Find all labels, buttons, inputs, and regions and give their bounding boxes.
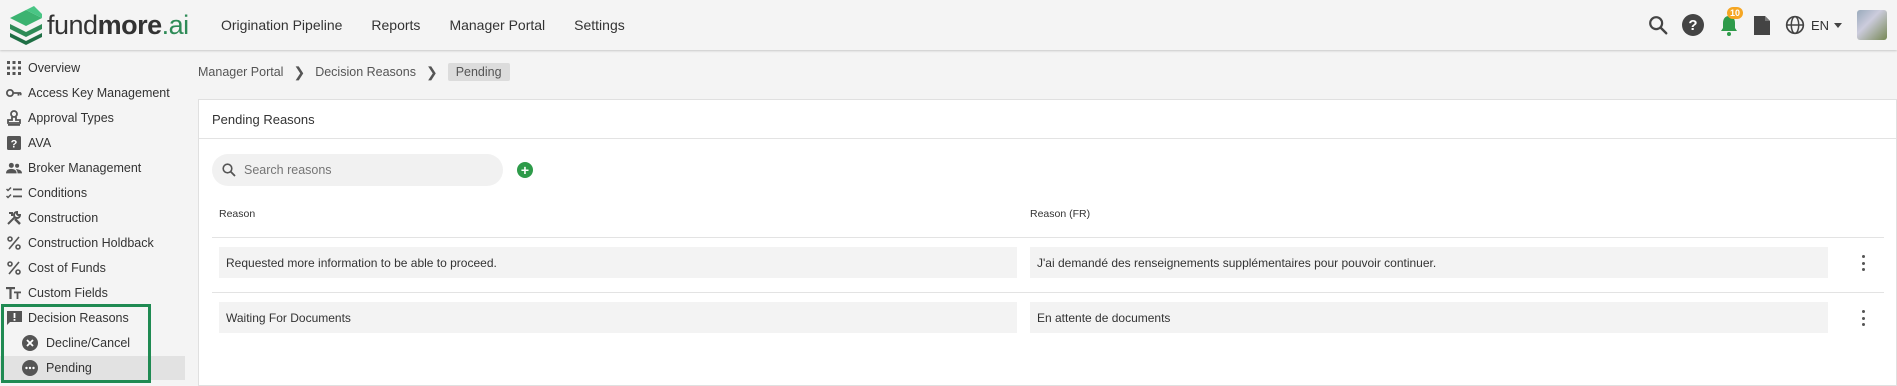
svg-text:?: ? — [11, 139, 18, 151]
sidebar-item-broker-management[interactable]: Broker Management — [0, 156, 185, 180]
sidebar-item-label: Conditions — [28, 186, 88, 200]
search-box — [212, 154, 503, 186]
chevron-right-icon: ❯ — [425, 63, 438, 80]
tools-icon — [6, 210, 22, 226]
notification-bell-icon[interactable]: 10 — [1717, 7, 1743, 37]
logo-icon — [10, 6, 42, 45]
nav-reports[interactable]: Reports — [371, 17, 420, 33]
notification-badge: 10 — [1726, 7, 1743, 19]
chevron-right-icon: ❯ — [293, 63, 306, 80]
divider — [212, 237, 1884, 238]
key-icon — [6, 85, 22, 101]
breadcrumb-item-pending: Pending — [447, 63, 510, 81]
card-title: Pending Reasons — [199, 100, 1896, 139]
sidebar-item-label: Approval Types — [28, 111, 114, 125]
highlight-box — [1, 304, 151, 383]
help-icon[interactable]: ? — [1681, 13, 1705, 37]
reason-cell[interactable]: Waiting For Documents — [219, 302, 1017, 333]
sidebar-item-label: Construction — [28, 211, 99, 225]
reason-cell[interactable]: Requested more information to be able to… — [219, 247, 1017, 278]
column-header-reason: Reason — [219, 208, 256, 220]
breadcrumb: Manager Portal ❯ Decision Reasons ❯ Pend… — [198, 63, 510, 81]
row-menu-icon[interactable] — [1858, 255, 1868, 271]
sidebar-item-label: Construction Holdback — [28, 236, 154, 250]
checklist-icon — [6, 185, 22, 201]
fundmore-logo[interactable]: fundmore.ai — [6, 4, 196, 46]
reason-fr-cell[interactable]: En attente de documents — [1030, 302, 1828, 333]
people-icon — [6, 160, 22, 176]
help-box-icon: ? — [6, 135, 22, 151]
sidebar-item-construction-holdback[interactable]: Construction Holdback — [0, 231, 185, 255]
sidebar-item-cost-of-funds[interactable]: Cost of Funds — [0, 256, 185, 280]
sidebar-item-label: AVA — [28, 136, 52, 150]
sidebar-item-label: Overview — [28, 61, 81, 75]
top-bar: fundmore.ai Origination Pipeline Reports… — [0, 0, 1897, 50]
sidebar-item-construction[interactable]: Construction — [0, 206, 185, 230]
divider — [212, 292, 1884, 293]
percent-icon — [6, 260, 22, 276]
svg-text:?: ? — [1688, 17, 1697, 34]
search-icon[interactable] — [1647, 14, 1669, 36]
sidebar-item-overview[interactable]: Overview — [0, 56, 185, 80]
add-reason-button[interactable]: + — [517, 162, 533, 178]
globe-icon[interactable] — [1785, 15, 1805, 35]
stamp-icon — [6, 110, 22, 126]
sidebar-item-ava[interactable]: ? AVA — [0, 131, 185, 155]
search-icon — [222, 163, 236, 177]
main-nav: Origination Pipeline Reports Manager Por… — [221, 17, 654, 33]
sidebar-item-approval-types[interactable]: Approval Types — [0, 106, 185, 130]
row-menu-icon[interactable] — [1858, 310, 1868, 326]
grid-icon — [6, 60, 22, 76]
nav-manager-portal[interactable]: Manager Portal — [449, 17, 545, 33]
text-format-icon — [6, 285, 22, 301]
pending-reasons-card: Pending Reasons + Reason Reason (FR) Req… — [198, 99, 1897, 386]
logo-text: fundmore.ai — [47, 9, 189, 40]
column-header-reason-fr: Reason (FR) — [1030, 208, 1091, 220]
sidebar-item-access-key-management[interactable]: Access Key Management — [0, 81, 185, 105]
search-input[interactable] — [242, 162, 486, 178]
sidebar-item-label: Cost of Funds — [28, 261, 106, 275]
sidebar-item-label: Broker Management — [28, 161, 142, 175]
nav-settings[interactable]: Settings — [574, 17, 625, 33]
reason-fr-cell[interactable]: J'ai demandé des renseignements suppléme… — [1030, 247, 1828, 278]
percent-icon — [6, 235, 22, 251]
document-icon[interactable] — [1753, 14, 1771, 36]
sidebar-item-label: Custom Fields — [28, 286, 108, 300]
language-selector[interactable]: EN — [1811, 18, 1829, 33]
sidebar-item-custom-fields[interactable]: Custom Fields — [0, 281, 185, 305]
nav-origination-pipeline[interactable]: Origination Pipeline — [221, 17, 342, 33]
breadcrumb-item-decision-reasons[interactable]: Decision Reasons — [315, 65, 416, 79]
sidebar-item-conditions[interactable]: Conditions — [0, 181, 185, 205]
sidebar-item-label: Access Key Management — [28, 86, 170, 100]
user-avatar[interactable] — [1857, 10, 1887, 40]
chevron-down-icon[interactable] — [1833, 20, 1843, 30]
breadcrumb-item-manager-portal[interactable]: Manager Portal — [198, 65, 283, 79]
